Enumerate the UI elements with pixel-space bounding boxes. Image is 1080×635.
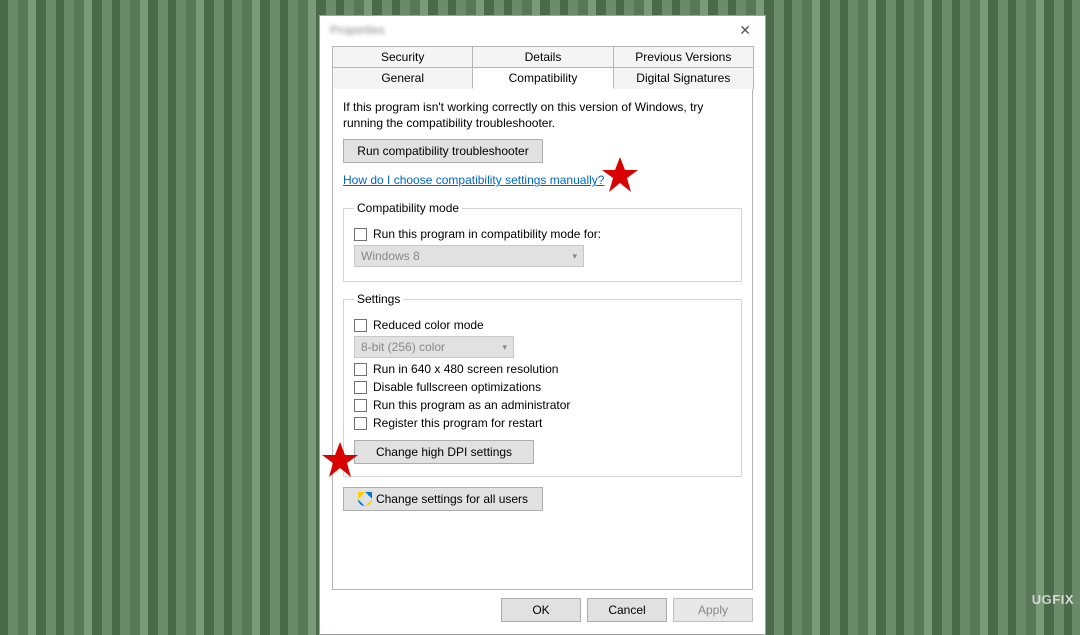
compat-mode-label: Run this program in compatibility mode f… [373,227,601,241]
color-mode-select[interactable]: 8-bit (256) color ▾ [354,336,514,358]
chevron-down-icon: ▾ [502,342,507,353]
close-icon[interactable]: ✕ [733,22,757,39]
tab-details[interactable]: Details [472,46,613,67]
apply-button[interactable]: Apply [673,598,753,622]
watermark: UGFIX [1032,592,1074,607]
color-mode-select-value: 8-bit (256) color [361,340,445,354]
change-all-users-button[interactable]: Change settings for all users [343,487,543,511]
window-title: Properties [330,23,385,37]
tab-strip: Security Details Previous Versions Gener… [332,46,753,89]
watermark-prefix: UG [1032,592,1053,607]
dialog-footer: OK Cancel Apply [320,590,765,634]
run-as-admin-checkbox[interactable] [354,399,367,412]
tab-general[interactable]: General [332,67,473,89]
help-link[interactable]: How do I choose compatibility settings m… [343,173,604,187]
run-as-admin-label: Run this program as an administrator [373,398,570,412]
settings-legend: Settings [354,292,403,306]
chevron-down-icon: ▾ [572,251,577,262]
disable-fullscreen-checkbox[interactable] [354,381,367,394]
run-640-checkbox[interactable] [354,363,367,376]
compatibility-mode-legend: Compatibility mode [354,201,462,215]
shield-icon [358,492,372,506]
compat-mode-checkbox[interactable] [354,228,367,241]
properties-dialog: Properties ✕ Security Details Previous V… [319,15,766,635]
compat-mode-select[interactable]: Windows 8 ▾ [354,245,584,267]
tab-compatibility[interactable]: Compatibility [472,67,613,89]
register-restart-checkbox[interactable] [354,417,367,430]
disable-fullscreen-label: Disable fullscreen optimizations [373,380,541,394]
reduced-color-label: Reduced color mode [373,318,484,332]
tab-content: If this program isn't working correctly … [332,88,753,590]
tab-digital-signatures[interactable]: Digital Signatures [613,67,754,89]
titlebar: Properties ✕ [320,16,765,44]
register-restart-label: Register this program for restart [373,416,542,430]
watermark-suffix: FIX [1052,592,1074,607]
ok-button[interactable]: OK [501,598,581,622]
tab-previous-versions[interactable]: Previous Versions [613,46,754,67]
intro-text: If this program isn't working correctly … [343,99,742,131]
compat-mode-select-value: Windows 8 [361,249,420,263]
change-all-users-label: Change settings for all users [376,492,528,506]
run-troubleshooter-button[interactable]: Run compatibility troubleshooter [343,139,543,163]
tab-security[interactable]: Security [332,46,473,67]
compatibility-mode-group: Compatibility mode Run this program in c… [343,201,742,282]
settings-group: Settings Reduced color mode 8-bit (256) … [343,292,742,477]
run-640-label: Run in 640 x 480 screen resolution [373,362,558,376]
reduced-color-checkbox[interactable] [354,319,367,332]
change-dpi-button[interactable]: Change high DPI settings [354,440,534,464]
cancel-button[interactable]: Cancel [587,598,667,622]
